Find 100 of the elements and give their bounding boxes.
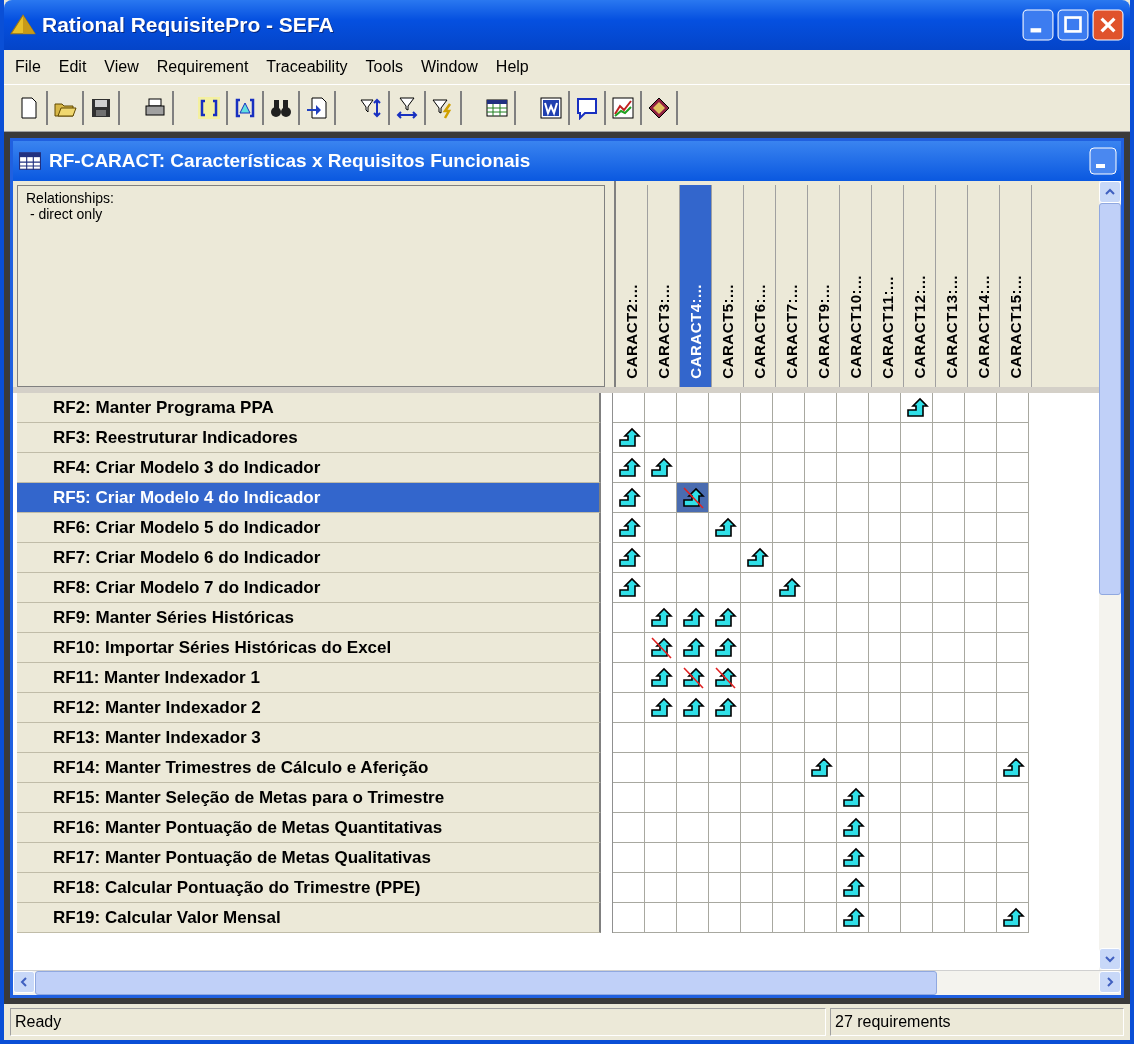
matrix-cell[interactable] [805,573,837,603]
matrix-cell[interactable] [741,663,773,693]
column-header[interactable]: CARACT13:... [936,185,968,387]
matrix-cell[interactable] [741,483,773,513]
matrix-cell[interactable] [901,903,933,933]
matrix-cell[interactable] [805,603,837,633]
matrix-cell[interactable] [613,903,645,933]
matrix-cell[interactable] [773,603,805,633]
matrix-cell[interactable] [613,633,645,663]
matrix-cell[interactable] [709,603,741,633]
matrix-cell[interactable] [709,663,741,693]
matrix-cell[interactable] [645,483,677,513]
matrix-cell[interactable] [997,453,1029,483]
matrix-cell[interactable] [837,453,869,483]
row-header[interactable]: RF5: Criar Modelo 4 do Indicador [17,483,601,513]
row-header[interactable]: RF10: Importar Séries Históricas do Excel [17,633,601,663]
row-header[interactable]: RF16: Manter Pontuação de Metas Quantitativas [17,813,601,843]
matrix-cell[interactable] [933,543,965,573]
scroll-right-icon[interactable] [1105,977,1115,987]
matrix-cell[interactable] [677,483,709,513]
import-icon[interactable] [305,96,329,120]
matrix-cell[interactable] [901,663,933,693]
matrix-cell[interactable] [645,903,677,933]
matrix-cell[interactable] [645,513,677,543]
matrix-cell[interactable] [997,903,1029,933]
matrix-cell[interactable] [901,603,933,633]
menu-item[interactable]: Help [486,56,538,78]
matrix-cell[interactable] [837,783,869,813]
matrix-cell[interactable] [645,393,677,423]
column-header[interactable]: CARACT14:... [968,185,1000,387]
matrix-cell[interactable] [805,903,837,933]
column-header[interactable]: CARACT4:... [680,185,712,387]
matrix-cell[interactable] [997,543,1029,573]
matrix-cell[interactable] [869,783,901,813]
matrix-cell[interactable] [869,633,901,663]
column-header[interactable]: CARACT15:... [1000,185,1032,387]
matrix-cell[interactable] [933,393,965,423]
column-header[interactable]: CARACT10:... [840,185,872,387]
scroll-left-icon[interactable] [19,977,29,987]
matrix-cell[interactable] [805,813,837,843]
matrix-cell[interactable] [677,513,709,543]
matrix-cell[interactable] [805,843,837,873]
matrix-cell[interactable] [709,813,741,843]
matrix-cell[interactable] [741,903,773,933]
matrix-cell[interactable] [709,573,741,603]
table-icon[interactable] [485,96,509,120]
matrix-cell[interactable] [901,633,933,663]
matrix-cell[interactable] [901,573,933,603]
matrix-cell[interactable] [997,603,1029,633]
matrix-cell[interactable] [933,843,965,873]
column-header[interactable]: CARACT6:... [744,185,776,387]
menu-item[interactable]: Tools [356,56,412,78]
matrix-cell[interactable] [773,813,805,843]
matrix-cell[interactable] [709,903,741,933]
matrix-cell[interactable] [901,693,933,723]
matrix-cell[interactable] [645,753,677,783]
matrix-cell[interactable] [933,453,965,483]
matrix-cell[interactable] [965,513,997,543]
matrix-cell[interactable] [709,753,741,783]
matrix-cell[interactable] [933,573,965,603]
matrix-cell[interactable] [901,483,933,513]
matrix-cell[interactable] [613,543,645,573]
matrix-cell[interactable] [965,633,997,663]
matrix-cell[interactable] [613,513,645,543]
matrix-cell[interactable] [933,693,965,723]
matrix-cell[interactable] [709,723,741,753]
matrix-cell[interactable] [837,603,869,633]
matrix-cell[interactable] [837,813,869,843]
matrix-cell[interactable] [741,723,773,753]
matrix-cell[interactable] [869,693,901,723]
row-header[interactable]: RF9: Manter Séries Históricas [17,603,601,633]
matrix-cell[interactable] [741,693,773,723]
row-header[interactable]: RF4: Criar Modelo 3 do Indicador [17,453,601,483]
matrix-cell[interactable] [965,843,997,873]
matrix-cell[interactable] [869,753,901,783]
minimize-icon[interactable] [1089,147,1117,175]
matrix-cell[interactable] [837,903,869,933]
matrix-cell[interactable] [869,723,901,753]
matrix-cell[interactable] [677,453,709,483]
matrix-cell[interactable] [997,783,1029,813]
matrix-cell[interactable] [869,573,901,603]
matrix-cell[interactable] [933,663,965,693]
row-header[interactable]: RF15: Manter Seleção de Metas para o Trimestre [17,783,601,813]
matrix-cell[interactable] [869,543,901,573]
matrix-cell[interactable] [997,873,1029,903]
matrix-cell[interactable] [645,453,677,483]
matrix-cell[interactable] [933,753,965,783]
menu-item[interactable]: File [6,56,50,78]
matrix-cell[interactable] [709,453,741,483]
matrix-cell[interactable] [773,693,805,723]
row-header[interactable]: RF2: Manter Programa PPA [17,393,601,423]
matrix-cell[interactable] [613,423,645,453]
matrix-cell[interactable] [773,543,805,573]
matrix-cell[interactable] [997,423,1029,453]
matrix-cell[interactable] [933,633,965,663]
matrix-cell[interactable] [677,423,709,453]
matrix-cell[interactable] [741,633,773,663]
column-header[interactable]: CARACT2:... [616,185,648,387]
matrix-cell[interactable] [645,723,677,753]
matrix-cell[interactable] [677,783,709,813]
